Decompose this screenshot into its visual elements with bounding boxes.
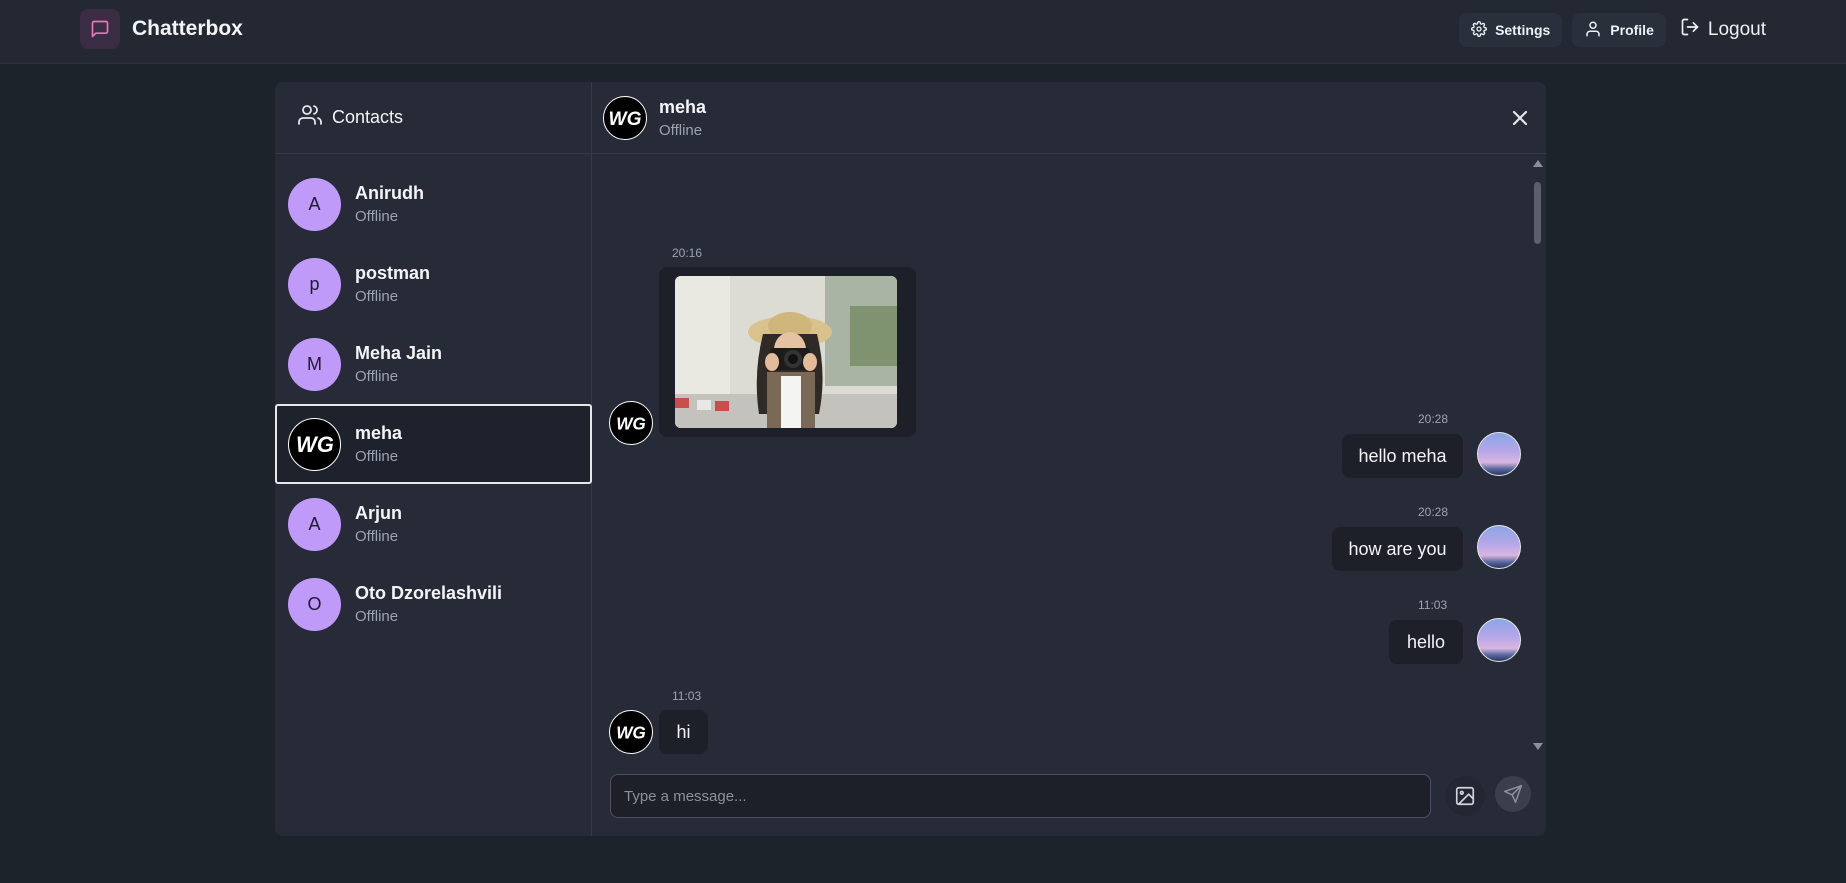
avatar: WG bbox=[603, 95, 647, 140]
avatar bbox=[1477, 525, 1521, 569]
nav-actions: Settings Profile Logout bbox=[1459, 13, 1766, 47]
scroll-up-arrow-icon[interactable] bbox=[1533, 160, 1543, 167]
contact-name: Meha Jain bbox=[355, 343, 443, 363]
contact-status: Offline bbox=[355, 608, 399, 625]
svg-text:WG: WG bbox=[616, 722, 646, 742]
message-bubble[interactable]: hello bbox=[1389, 620, 1463, 664]
message-time: 20:16 bbox=[672, 246, 703, 260]
avatar bbox=[1477, 618, 1521, 662]
message-time: 11:03 bbox=[1418, 598, 1448, 612]
avatar: WG bbox=[609, 401, 653, 445]
scroll-down-arrow-icon[interactable] bbox=[1533, 743, 1543, 750]
chat-header: WG meha Offline bbox=[592, 82, 1546, 154]
contact-status: Offline bbox=[355, 528, 399, 545]
brand[interactable]: Chatterbox bbox=[80, 9, 243, 49]
avatar: WG bbox=[609, 710, 653, 754]
message-bubble[interactable]: how are you bbox=[1332, 527, 1463, 571]
wg-logo-text: WG bbox=[296, 432, 334, 456]
contact-item-meha[interactable]: WG meha Offline bbox=[275, 404, 592, 484]
contact-name: Arjun bbox=[355, 503, 402, 523]
contacts-sidebar: Contacts A Anirudh Offline p postman Off… bbox=[275, 82, 592, 836]
contact-item-anirudh[interactable]: A Anirudh Offline bbox=[275, 164, 591, 244]
gear-icon bbox=[1471, 20, 1487, 40]
message-time: 11:03 bbox=[672, 689, 702, 703]
contact-status: Offline bbox=[355, 368, 399, 385]
contact-item-postman[interactable]: p postman Offline bbox=[275, 244, 591, 324]
chat-bubble-icon bbox=[80, 9, 120, 49]
profile-label: Profile bbox=[1610, 22, 1654, 38]
photo-image[interactable] bbox=[675, 276, 897, 428]
logout-button[interactable]: Logout bbox=[1676, 13, 1766, 47]
message-time: 20:28 bbox=[1418, 412, 1449, 426]
chat-container: Contacts A Anirudh Offline p postman Off… bbox=[275, 82, 1546, 836]
avatar: WG bbox=[288, 417, 341, 471]
close-icon bbox=[1512, 110, 1528, 126]
contact-status: Offline bbox=[355, 208, 399, 225]
svg-text:WG: WG bbox=[609, 108, 642, 128]
chat-contact-status: Offline bbox=[659, 121, 703, 139]
image-bubble-final[interactable] bbox=[659, 267, 916, 437]
contact-list: A Anirudh Offline p postman Offline M Me… bbox=[275, 154, 592, 644]
contact-status: Offline bbox=[355, 448, 399, 465]
send-icon bbox=[1503, 784, 1523, 804]
chat-contact-name: meha bbox=[659, 96, 707, 117]
logout-icon bbox=[1680, 17, 1700, 43]
contact-item-oto[interactable]: O Oto Dzorelashvili Offline bbox=[275, 564, 591, 644]
message-list[interactable]: 20:16 WG 20:28 hello meha 20:28 how are … bbox=[592, 154, 1546, 754]
message-composer bbox=[592, 754, 1546, 836]
attach-image-button[interactable] bbox=[1445, 776, 1485, 816]
message-bubble[interactable]: hello meha bbox=[1342, 434, 1463, 478]
contact-name: postman bbox=[355, 263, 431, 283]
contact-name: Anirudh bbox=[355, 183, 424, 203]
wg-logo-icon: WG bbox=[296, 432, 334, 456]
message-bubble[interactable]: hi bbox=[659, 710, 708, 754]
contact-name: meha bbox=[355, 423, 403, 443]
contacts-header: Contacts bbox=[275, 82, 591, 154]
settings-button[interactable]: Settings bbox=[1459, 13, 1563, 47]
logout-label: Logout bbox=[1707, 19, 1766, 40]
top-navbar: Chatterbox Settings Profile Logout bbox=[0, 0, 1846, 64]
message-input[interactable] bbox=[610, 774, 1431, 818]
avatar bbox=[1477, 432, 1521, 476]
camera-photo-icon bbox=[675, 276, 897, 428]
user-icon bbox=[1584, 20, 1602, 41]
avatar: M bbox=[288, 337, 341, 391]
contacts-title: Contacts bbox=[332, 107, 404, 127]
app-title: Chatterbox bbox=[132, 17, 243, 40]
scrollbar[interactable] bbox=[1531, 160, 1543, 750]
contact-name: Oto Dzorelashvili bbox=[355, 583, 503, 603]
message-time: 20:28 bbox=[1418, 505, 1449, 519]
avatar: p bbox=[288, 257, 341, 311]
users-icon bbox=[298, 103, 322, 132]
contact-status: Offline bbox=[355, 288, 399, 305]
send-button[interactable] bbox=[1495, 776, 1531, 812]
contact-item-arjun[interactable]: A Arjun Offline bbox=[275, 484, 591, 564]
avatar: A bbox=[288, 497, 341, 551]
wg-logo-icon: WG bbox=[616, 722, 646, 742]
image-icon bbox=[1455, 786, 1475, 806]
wg-logo-icon: WG bbox=[609, 108, 642, 128]
settings-label: Settings bbox=[1495, 22, 1551, 38]
profile-button[interactable]: Profile bbox=[1572, 13, 1666, 47]
avatar: O bbox=[288, 577, 341, 631]
scrollbar-thumb[interactable] bbox=[1534, 182, 1541, 244]
close-chat-button[interactable] bbox=[1508, 106, 1532, 135]
chat-panel: WG meha Offline 20:16 WG 20:28 hello meh… bbox=[592, 82, 1546, 836]
svg-text:WG: WG bbox=[616, 413, 646, 433]
avatar: A bbox=[288, 177, 341, 231]
wg-logo-icon: WG bbox=[616, 413, 646, 433]
contact-item-meha-jain[interactable]: M Meha Jain Offline bbox=[275, 324, 591, 404]
